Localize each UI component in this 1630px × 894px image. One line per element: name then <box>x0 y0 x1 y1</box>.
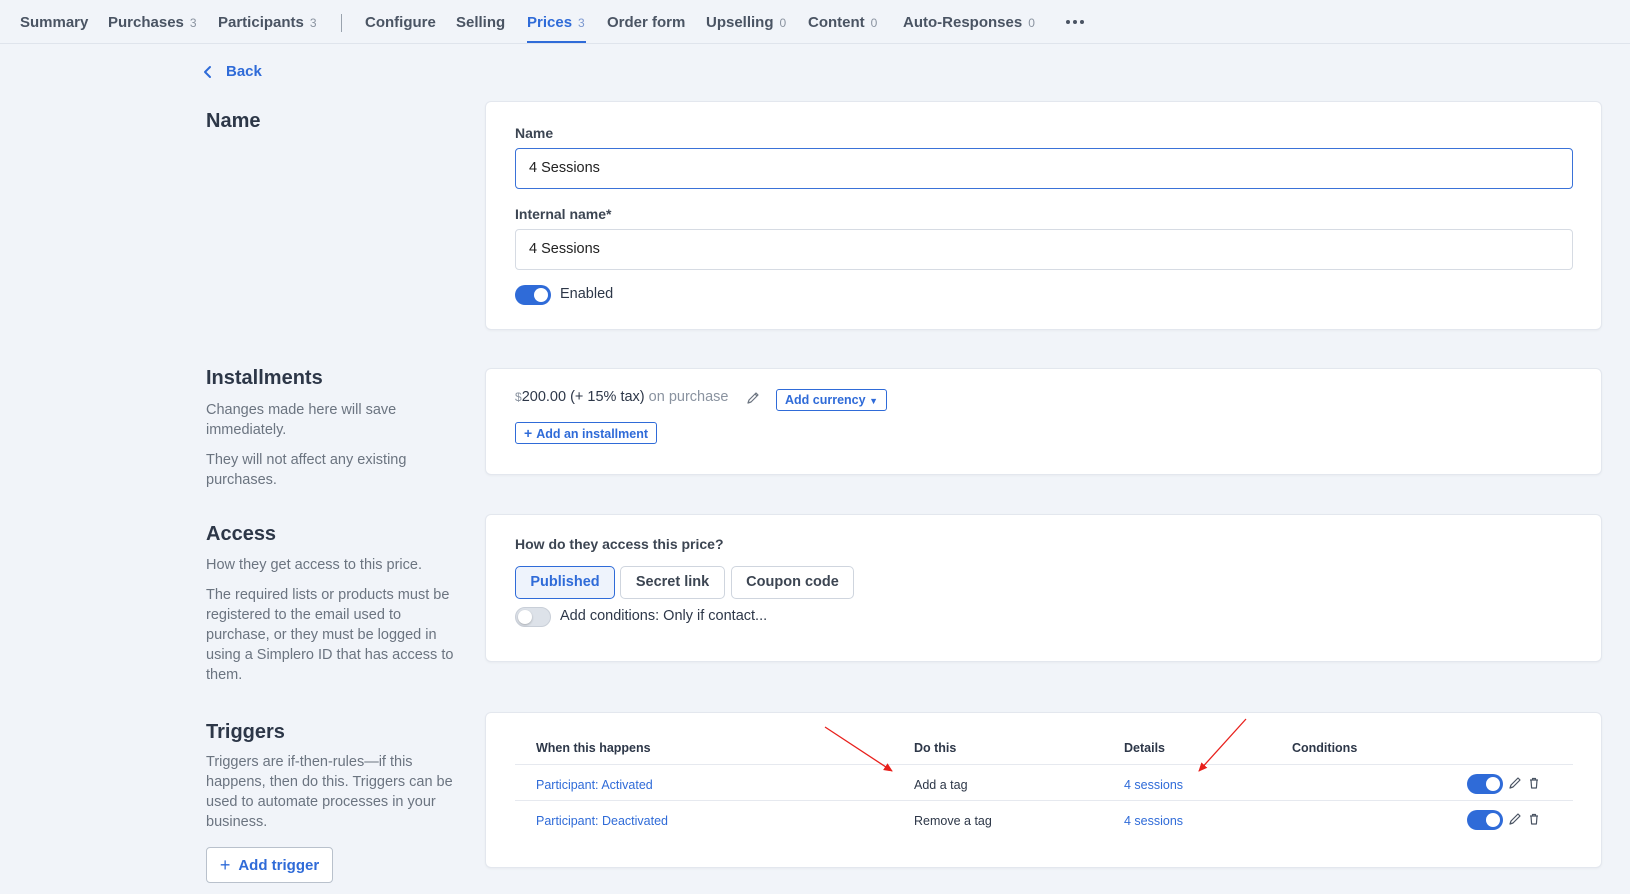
tab-order-form[interactable]: Order form <box>607 14 685 31</box>
top-nav: Summary Purchases 3 Participants 3 Configu… <box>0 0 1630 44</box>
access-option-published[interactable]: Published <box>515 566 615 599</box>
tab-count: 3 <box>309 16 317 30</box>
trigger-do: Add a tag <box>914 778 968 792</box>
installment-amount: 200.00 (+ 15% tax) <box>521 389 645 405</box>
enabled-label: Enabled <box>560 286 614 302</box>
tab-content[interactable]: Content 0 <box>808 14 877 31</box>
plus-icon: + <box>219 854 231 875</box>
pencil-icon[interactable] <box>746 391 760 405</box>
tab-count: 3 <box>578 16 585 30</box>
tab-prices[interactable]: Prices 3 <box>527 14 585 31</box>
tab-count: 3 <box>189 16 197 30</box>
tab-count: 0 <box>870 16 878 30</box>
tab-summary[interactable]: Summary <box>20 14 88 31</box>
triggers-desc: Triggers are if-then-rules—if this happe… <box>206 754 453 830</box>
tab-purchases[interactable]: Purchases 3 <box>108 14 197 31</box>
col-header-conditions: Conditions <box>1292 741 1358 755</box>
trigger-when-link[interactable]: Participant: Deactivated <box>536 814 668 828</box>
back-link[interactable]: Back <box>202 63 262 80</box>
trash-icon[interactable] <box>1527 776 1541 790</box>
currency-symbol: $ <box>515 390 522 404</box>
col-header-details: Details <box>1124 741 1165 755</box>
add-installment-button[interactable]: + Add an installment <box>515 422 658 444</box>
back-label: Back <box>226 63 262 80</box>
access-option-secret-link[interactable]: Secret link <box>620 566 725 599</box>
caret-down-icon: ▼ <box>869 396 878 406</box>
access-desc-2: The required lists or products must be r… <box>206 587 454 683</box>
row-divider <box>515 764 1573 765</box>
tab-auto-responses[interactable]: Auto-Responses 0 <box>903 14 1035 31</box>
installment-price: $200.00 (+ 15% tax) on purchase <box>515 389 728 405</box>
enabled-toggle[interactable] <box>515 285 551 305</box>
trigger-details-link[interactable]: 4 sessions <box>1124 778 1183 792</box>
access-question: How do they access this price? <box>515 536 724 552</box>
add-trigger-button[interactable]: + Add trigger <box>206 847 333 883</box>
section-title-triggers: Triggers <box>206 721 285 743</box>
conditions-toggle[interactable] <box>515 607 551 627</box>
installment-when: on purchase <box>648 389 729 405</box>
conditions-label: Add conditions: Only if contact... <box>560 608 768 624</box>
tab-divider <box>341 14 342 32</box>
triggers-card: When this happens Do this Details Condit… <box>485 712 1602 868</box>
name-label: Name <box>515 125 554 141</box>
tab-count: 0 <box>1028 16 1035 30</box>
tab-upselling[interactable]: Upselling 0 <box>706 14 786 31</box>
internal-name-label: Internal name* <box>515 206 612 222</box>
pencil-icon[interactable] <box>1508 812 1522 826</box>
access-card: How do they access this price? Published… <box>485 514 1602 662</box>
tab-configure[interactable]: Configure <box>365 14 436 31</box>
add-trigger-label: Add trigger <box>238 856 320 874</box>
internal-name-input[interactable]: 4 Sessions <box>515 229 1573 270</box>
trigger-enabled-toggle[interactable] <box>1467 810 1503 830</box>
section-title-installments: Installments <box>206 367 323 389</box>
trigger-when-link[interactable]: Participant: Activated <box>536 778 653 792</box>
tab-participants[interactable]: Participants 3 <box>218 14 317 31</box>
trigger-do: Remove a tag <box>914 814 992 828</box>
installments-card: $200.00 (+ 15% tax) on purchase Add curr… <box>485 368 1602 475</box>
installments-desc-1: Changes made here will save immediately. <box>206 402 397 438</box>
access-desc-1: How they get access to this price. <box>206 557 422 573</box>
tab-selling[interactable]: Selling <box>456 14 505 31</box>
section-title-access: Access <box>206 523 277 545</box>
trigger-enabled-toggle[interactable] <box>1467 774 1503 794</box>
pencil-icon[interactable] <box>1508 776 1522 790</box>
plus-icon: + <box>524 425 533 441</box>
col-header-when: When this happens <box>536 741 651 755</box>
trash-icon[interactable] <box>1527 812 1541 826</box>
name-card: Name 4 Sessions Internal name* 4 Session… <box>485 101 1602 330</box>
access-option-coupon-code[interactable]: Coupon code <box>731 566 854 599</box>
col-header-do: Do this <box>914 741 957 755</box>
tab-count: 0 <box>779 16 787 30</box>
more-icon[interactable] <box>1066 20 1084 24</box>
active-tab-indicator <box>527 41 586 43</box>
installments-desc-2: They will not affect any existing purcha… <box>206 452 407 488</box>
row-divider <box>515 800 1573 801</box>
trigger-details-link[interactable]: 4 sessions <box>1124 814 1183 828</box>
name-input[interactable]: 4 Sessions <box>515 148 1573 189</box>
section-title-name: Name <box>206 110 261 132</box>
add-currency-button[interactable]: Add currency ▼ <box>776 389 887 411</box>
chevron-left-icon <box>204 65 211 78</box>
